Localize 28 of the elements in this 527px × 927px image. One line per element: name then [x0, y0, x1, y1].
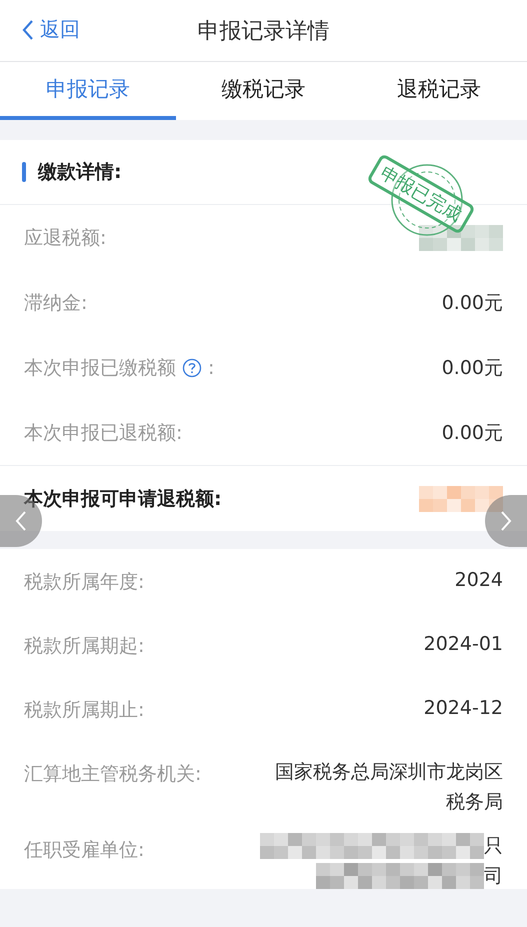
field-label: 本次申报已缴税额 [24, 356, 176, 380]
back-chevron-icon[interactable] [22, 18, 34, 40]
back-button[interactable]: 返回 [20, 14, 82, 45]
field-label: 应退税额: [24, 226, 106, 250]
field-label: 本次申报已退税额: [24, 420, 182, 446]
field-label: 滞纳金: [24, 290, 88, 316]
section-title: 缴款详情: [38, 160, 122, 185]
field-value: 2024-01 [422, 632, 503, 657]
field-value: 0.00元 [442, 290, 503, 316]
field-label: 税款所属年度: [24, 570, 144, 595]
field-value: 2024-12 [422, 696, 503, 721]
field-value: 0.00元 [442, 420, 503, 446]
field-label: 任职受雇单位: [24, 838, 144, 863]
field-label: 本次申报可申请退税额: [24, 486, 222, 512]
field-value: 0.00元 [442, 356, 503, 380]
field-label: 税款所属期起: [24, 634, 144, 659]
chevron-right-icon[interactable] [500, 510, 512, 532]
label-colon: : [208, 356, 214, 378]
field-label: 汇算地主管税务机关: [24, 762, 202, 787]
field-value: 国家税务总局深圳市龙岗区税务局 [275, 760, 503, 815]
help-icon[interactable] [182, 358, 202, 378]
text-fragment: 司 [484, 864, 503, 889]
section-marker [22, 162, 26, 182]
text-fragment: 只 [484, 834, 503, 859]
page-title: 申报记录详情 [198, 18, 330, 46]
next-button[interactable] [485, 495, 527, 547]
field-label: 税款所属期止: [24, 698, 144, 723]
field-value: 2024 [454, 568, 503, 593]
